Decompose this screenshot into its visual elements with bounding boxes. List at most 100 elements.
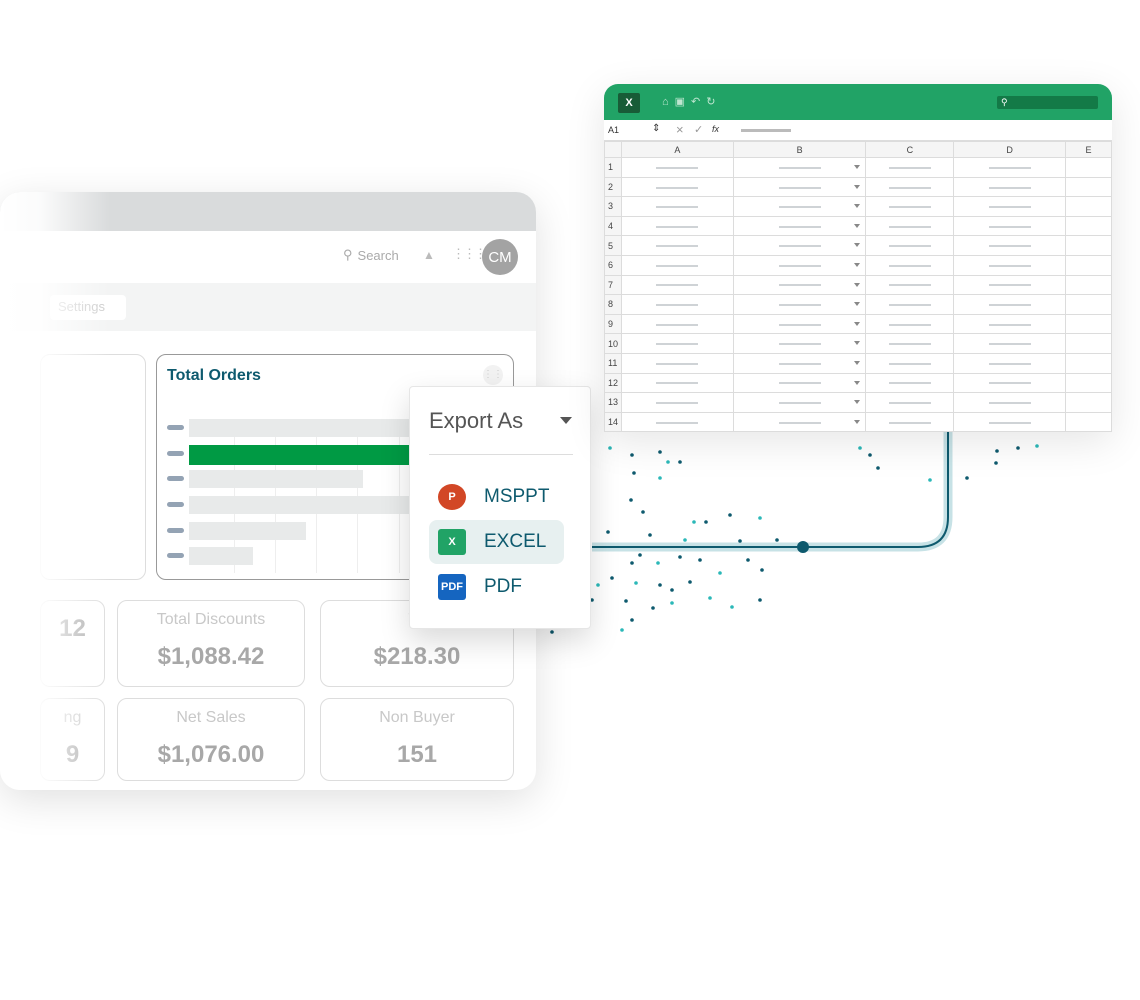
bar[interactable]: [189, 522, 306, 540]
cell[interactable]: [953, 352, 1067, 374]
cell[interactable]: [620, 352, 734, 374]
search-box[interactable]: ⚲ Search: [343, 247, 399, 263]
cell[interactable]: [865, 274, 955, 296]
cell[interactable]: [732, 333, 867, 354]
fx-icon[interactable]: fx: [712, 124, 719, 134]
cell[interactable]: [865, 196, 955, 217]
row-header[interactable]: 3: [604, 196, 622, 217]
cell[interactable]: [1065, 157, 1112, 178]
cell[interactable]: [865, 157, 955, 178]
cell[interactable]: [1065, 313, 1112, 335]
cell[interactable]: [865, 411, 955, 432]
cell[interactable]: [865, 333, 955, 354]
bell-icon[interactable]: ▲: [423, 248, 435, 262]
cell[interactable]: [732, 392, 867, 413]
select-all[interactable]: [604, 141, 622, 158]
export-excel-item[interactable]: X EXCEL: [429, 520, 564, 564]
cell[interactable]: [953, 215, 1067, 237]
cell[interactable]: [953, 254, 1067, 276]
cancel-icon[interactable]: ×: [676, 122, 684, 137]
row-header[interactable]: 9: [604, 313, 622, 335]
cell[interactable]: [953, 372, 1067, 394]
cell[interactable]: [865, 254, 955, 276]
search-input[interactable]: ⚲: [997, 96, 1098, 109]
export-menu-title[interactable]: Export As: [429, 408, 523, 434]
cell[interactable]: [1065, 333, 1112, 354]
cell[interactable]: [732, 196, 867, 217]
cell[interactable]: [732, 313, 867, 335]
cell[interactable]: [1065, 254, 1112, 276]
cell[interactable]: [1065, 274, 1112, 296]
row-header[interactable]: 7: [604, 274, 622, 296]
cell[interactable]: [732, 352, 867, 374]
cell[interactable]: [1065, 411, 1112, 432]
cell[interactable]: [732, 372, 867, 394]
cell[interactable]: [953, 176, 1067, 198]
cell[interactable]: [620, 215, 734, 237]
cell[interactable]: [1065, 392, 1112, 413]
export-msppt-item[interactable]: P MSPPT: [429, 475, 564, 519]
cell[interactable]: [1065, 372, 1112, 394]
cell[interactable]: [620, 333, 734, 354]
cell[interactable]: [865, 352, 955, 374]
avatar[interactable]: CM: [482, 239, 518, 275]
column-header[interactable]: B: [732, 141, 867, 158]
cell[interactable]: [1065, 176, 1112, 198]
cell[interactable]: [865, 235, 955, 256]
cell[interactable]: [953, 313, 1067, 335]
cell[interactable]: [953, 157, 1067, 178]
cell[interactable]: [732, 254, 867, 276]
cell[interactable]: [620, 372, 734, 394]
bar[interactable]: [189, 496, 412, 514]
cell[interactable]: [1065, 352, 1112, 374]
cell[interactable]: [620, 196, 734, 217]
cell[interactable]: [865, 313, 955, 335]
row-header[interactable]: 5: [604, 235, 622, 256]
column-header[interactable]: A: [620, 141, 734, 158]
cell[interactable]: [732, 274, 867, 296]
row-header[interactable]: 2: [604, 176, 622, 198]
cell[interactable]: [620, 254, 734, 276]
stepper-icon[interactable]: ⇕: [652, 123, 660, 134]
cell[interactable]: [732, 294, 867, 315]
cell[interactable]: [865, 372, 955, 394]
cell[interactable]: [953, 274, 1067, 296]
cell[interactable]: [620, 313, 734, 335]
bar[interactable]: [189, 547, 253, 565]
cell[interactable]: [620, 274, 734, 296]
cell[interactable]: [1065, 196, 1112, 217]
quick-access-icons[interactable]: ⌂▣↶↻: [662, 95, 721, 108]
drag-handle-icon[interactable]: ⋮⋮: [483, 365, 503, 385]
bar[interactable]: [189, 470, 363, 488]
cell[interactable]: [865, 215, 955, 237]
cell[interactable]: [620, 157, 734, 178]
cell[interactable]: [953, 392, 1067, 413]
cell[interactable]: [732, 235, 867, 256]
cell[interactable]: [953, 196, 1067, 217]
formula-input[interactable]: [741, 129, 791, 132]
cell[interactable]: [732, 157, 867, 178]
row-header[interactable]: 13: [604, 392, 622, 413]
caret-down-icon[interactable]: [560, 417, 572, 424]
cell[interactable]: [953, 333, 1067, 354]
cell[interactable]: [1065, 215, 1112, 237]
cell[interactable]: [953, 411, 1067, 432]
row-header[interactable]: 14: [604, 411, 622, 432]
column-header[interactable]: D: [953, 141, 1067, 158]
apps-grid-icon[interactable]: ⋮⋮⋮: [452, 246, 487, 262]
cell[interactable]: [732, 215, 867, 237]
cell[interactable]: [732, 411, 867, 432]
cell[interactable]: [620, 294, 734, 315]
cell[interactable]: [953, 294, 1067, 315]
cell[interactable]: [620, 235, 734, 256]
row-header[interactable]: 11: [604, 352, 622, 374]
row-header[interactable]: 10: [604, 333, 622, 354]
tab-settings[interactable]: Settings: [50, 295, 126, 320]
cell[interactable]: [1065, 235, 1112, 256]
export-pdf-item[interactable]: PDF PDF: [429, 565, 564, 609]
row-header[interactable]: 6: [604, 254, 622, 276]
row-header[interactable]: 1: [604, 157, 622, 178]
column-header[interactable]: C: [865, 141, 955, 158]
row-header[interactable]: 4: [604, 215, 622, 237]
check-icon[interactable]: ✓: [694, 123, 703, 136]
